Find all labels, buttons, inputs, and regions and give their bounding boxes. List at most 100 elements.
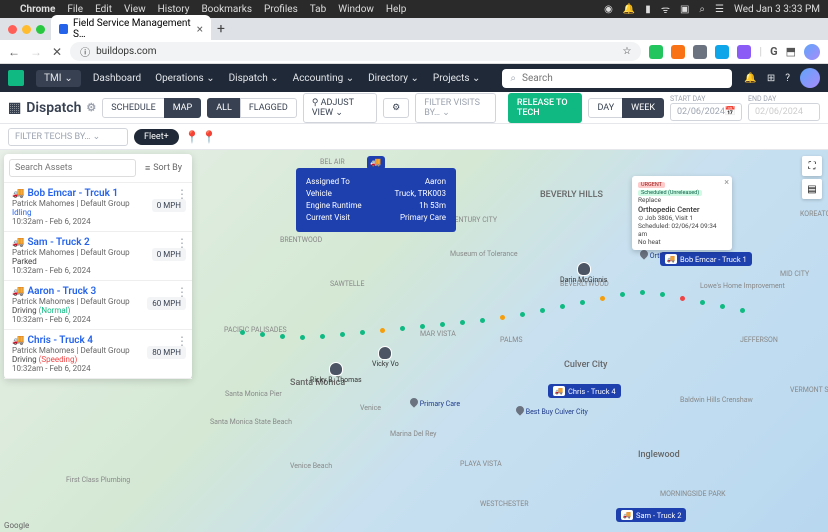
end-date-input[interactable]: 02/06/2024: [748, 103, 820, 121]
menu-help[interactable]: Help: [386, 4, 406, 15]
release-to-tech-button[interactable]: RELEASE TO TECH: [508, 93, 583, 123]
app-logo-icon[interactable]: [8, 70, 24, 86]
person-marker[interactable]: Vicky Vo: [372, 346, 399, 368]
layers-icon[interactable]: ▤: [802, 179, 822, 199]
browser-tab[interactable]: Field Service Management S… ×: [51, 15, 211, 43]
poi-marker[interactable]: Best Buy Culver City: [516, 406, 588, 416]
clock[interactable]: Wed Jan 3 3:33 PM: [734, 4, 820, 15]
truck-marker[interactable]: 🚚Bob Emcar - Truck 1: [660, 252, 752, 266]
tray-bell-icon[interactable]: 🔔: [623, 4, 635, 15]
extension-icon[interactable]: [715, 45, 729, 59]
person-marker[interactable]: Darin McGinnis: [560, 262, 607, 284]
map-place-label: Inglewood: [638, 450, 680, 460]
map-place-label: Santa Monica Pier: [225, 390, 282, 398]
asset-name[interactable]: 🚚Aaron - Truck 3: [12, 286, 184, 297]
nav-accounting[interactable]: Accounting ⌄: [293, 73, 354, 84]
filter-all[interactable]: ALL: [207, 98, 241, 118]
url-field[interactable]: ⓘ buildops.com ☆: [70, 42, 641, 61]
downloads-icon[interactable]: ⬒: [786, 45, 796, 58]
day-toggle[interactable]: DAY: [588, 98, 623, 118]
site-info-icon[interactable]: ⓘ: [80, 44, 90, 59]
asset-item[interactable]: ⋮ 🚚Chris - Truck 4 Patrick Mahomes | Def…: [4, 330, 192, 379]
maximize-window-icon[interactable]: [36, 25, 45, 34]
close-window-icon[interactable]: [8, 25, 17, 34]
toolbar-gear-button[interactable]: ⚙: [383, 98, 409, 118]
google-apps-icon[interactable]: G: [770, 45, 778, 58]
notifications-icon[interactable]: 🔔: [744, 73, 756, 84]
fullscreen-icon[interactable]: ⛶: [802, 156, 822, 176]
tray-battery-icon[interactable]: ▮: [645, 4, 651, 15]
global-search[interactable]: ⌕: [502, 69, 732, 88]
tray-screen-icon[interactable]: ▣: [680, 4, 689, 15]
minimize-window-icon[interactable]: [22, 25, 31, 34]
route-dot: [480, 318, 485, 323]
nav-back-icon[interactable]: ←: [8, 45, 20, 59]
menu-bookmarks[interactable]: Bookmarks: [201, 4, 252, 15]
add-icon[interactable]: ⊞: [767, 73, 775, 84]
nav-dashboard[interactable]: Dashboard: [93, 73, 141, 84]
asset-name[interactable]: 🚚Bob Emcar - Trcuk 1: [12, 188, 184, 199]
help-icon[interactable]: ?: [785, 73, 790, 84]
workspace-switcher[interactable]: TMI ⌄: [36, 70, 81, 87]
tray-control-icon[interactable]: ☰: [715, 4, 724, 15]
adjust-view-button[interactable]: ⚲ ADJUST VIEW ⌄: [303, 93, 377, 123]
asset-name[interactable]: 🚚Chris - Truck 4: [12, 335, 184, 346]
start-date-input[interactable]: 02/06/2024 📅: [670, 103, 742, 121]
new-tab-button[interactable]: +: [217, 21, 225, 37]
sort-button[interactable]: ≡ Sort By: [140, 159, 187, 177]
extension-icon[interactable]: [737, 45, 751, 59]
tray-search-icon[interactable]: ⌕: [699, 4, 705, 15]
fleet-pill[interactable]: Fleet+: [134, 129, 179, 145]
nav-projects[interactable]: Projects ⌄: [433, 73, 481, 84]
filter-techs-input[interactable]: FILTER TECHS BY… ⌄: [8, 128, 128, 146]
nav-stop-icon[interactable]: ✕: [52, 45, 62, 59]
schedule-tab[interactable]: SCHEDULE: [102, 98, 164, 118]
truck-marker[interactable]: 🚚Chris - Truck 4: [548, 384, 621, 398]
menu-tab[interactable]: Tab: [310, 4, 326, 15]
pin-icon: [514, 404, 525, 415]
menu-history[interactable]: History: [158, 4, 190, 15]
pin-icon[interactable]: 📍: [202, 130, 217, 144]
tab-close-icon[interactable]: ×: [197, 22, 203, 36]
poi-marker[interactable]: Primary Care: [410, 398, 460, 408]
asset-item[interactable]: ⋮ 🚚Aaron - Truck 3 Patrick Mahomes | Def…: [4, 281, 192, 330]
asset-item[interactable]: ⋮ 🚚Bob Emcar - Trcuk 1 Patrick Mahomes |…: [4, 183, 192, 232]
nav-directory[interactable]: Directory ⌄: [368, 73, 419, 84]
truck-marker[interactable]: 🚚Sam - Truck 2: [616, 508, 686, 522]
user-avatar[interactable]: [800, 68, 820, 88]
tray-wifi-icon[interactable]: ᯤ: [661, 2, 670, 16]
tooltip-close-icon[interactable]: ×: [724, 178, 729, 188]
map-canvas[interactable]: BEVERLY HILLSWESTWOODBEL AIRBRENTWOODSAW…: [0, 150, 828, 532]
window-controls[interactable]: [8, 25, 45, 34]
tray-camera-icon[interactable]: ◉: [604, 4, 613, 15]
nav-operations[interactable]: Operations ⌄: [155, 73, 214, 84]
extension-icon[interactable]: [693, 45, 707, 59]
menu-profiles[interactable]: Profiles: [264, 4, 298, 15]
search-input[interactable]: [522, 73, 724, 84]
pin-icon[interactable]: 📍: [185, 130, 200, 144]
nav-dispatch[interactable]: Dispatch ⌄: [229, 73, 279, 84]
menu-window[interactable]: Window: [338, 4, 374, 15]
job-schedule: Scheduled: 02/06/24 09:34 am: [638, 222, 726, 238]
filter-flagged[interactable]: FLAGGED: [240, 98, 297, 118]
extension-icon[interactable]: [671, 45, 685, 59]
settings-gear-icon[interactable]: ⚙: [86, 101, 96, 114]
profile-avatar[interactable]: [804, 44, 820, 60]
nav-forward-icon[interactable]: →: [30, 45, 42, 59]
person-icon: [577, 262, 591, 276]
extension-icon[interactable]: [649, 45, 663, 59]
bookmark-star-icon[interactable]: ☆: [622, 46, 631, 57]
week-toggle[interactable]: WEEK: [622, 98, 664, 118]
map-tab[interactable]: MAP: [164, 98, 202, 118]
filter-visits-button[interactable]: FILTER VISITS BY… ⌄: [415, 93, 496, 123]
person-marker[interactable]: Ricky B. Thomas: [310, 362, 362, 384]
map-place-label: Marina Del Rey: [390, 430, 436, 438]
asset-item[interactable]: ⋮ 🚚Sam - Truck 2 Patrick Mahomes | Defau…: [4, 232, 192, 281]
route-dot: [440, 322, 445, 327]
asset-search-input[interactable]: [9, 159, 136, 177]
menu-view[interactable]: View: [124, 4, 146, 15]
asset-name[interactable]: 🚚Sam - Truck 2: [12, 237, 184, 248]
app-menu[interactable]: Chrome: [20, 4, 55, 15]
menu-file[interactable]: File: [67, 4, 83, 15]
menu-edit[interactable]: Edit: [95, 4, 112, 15]
